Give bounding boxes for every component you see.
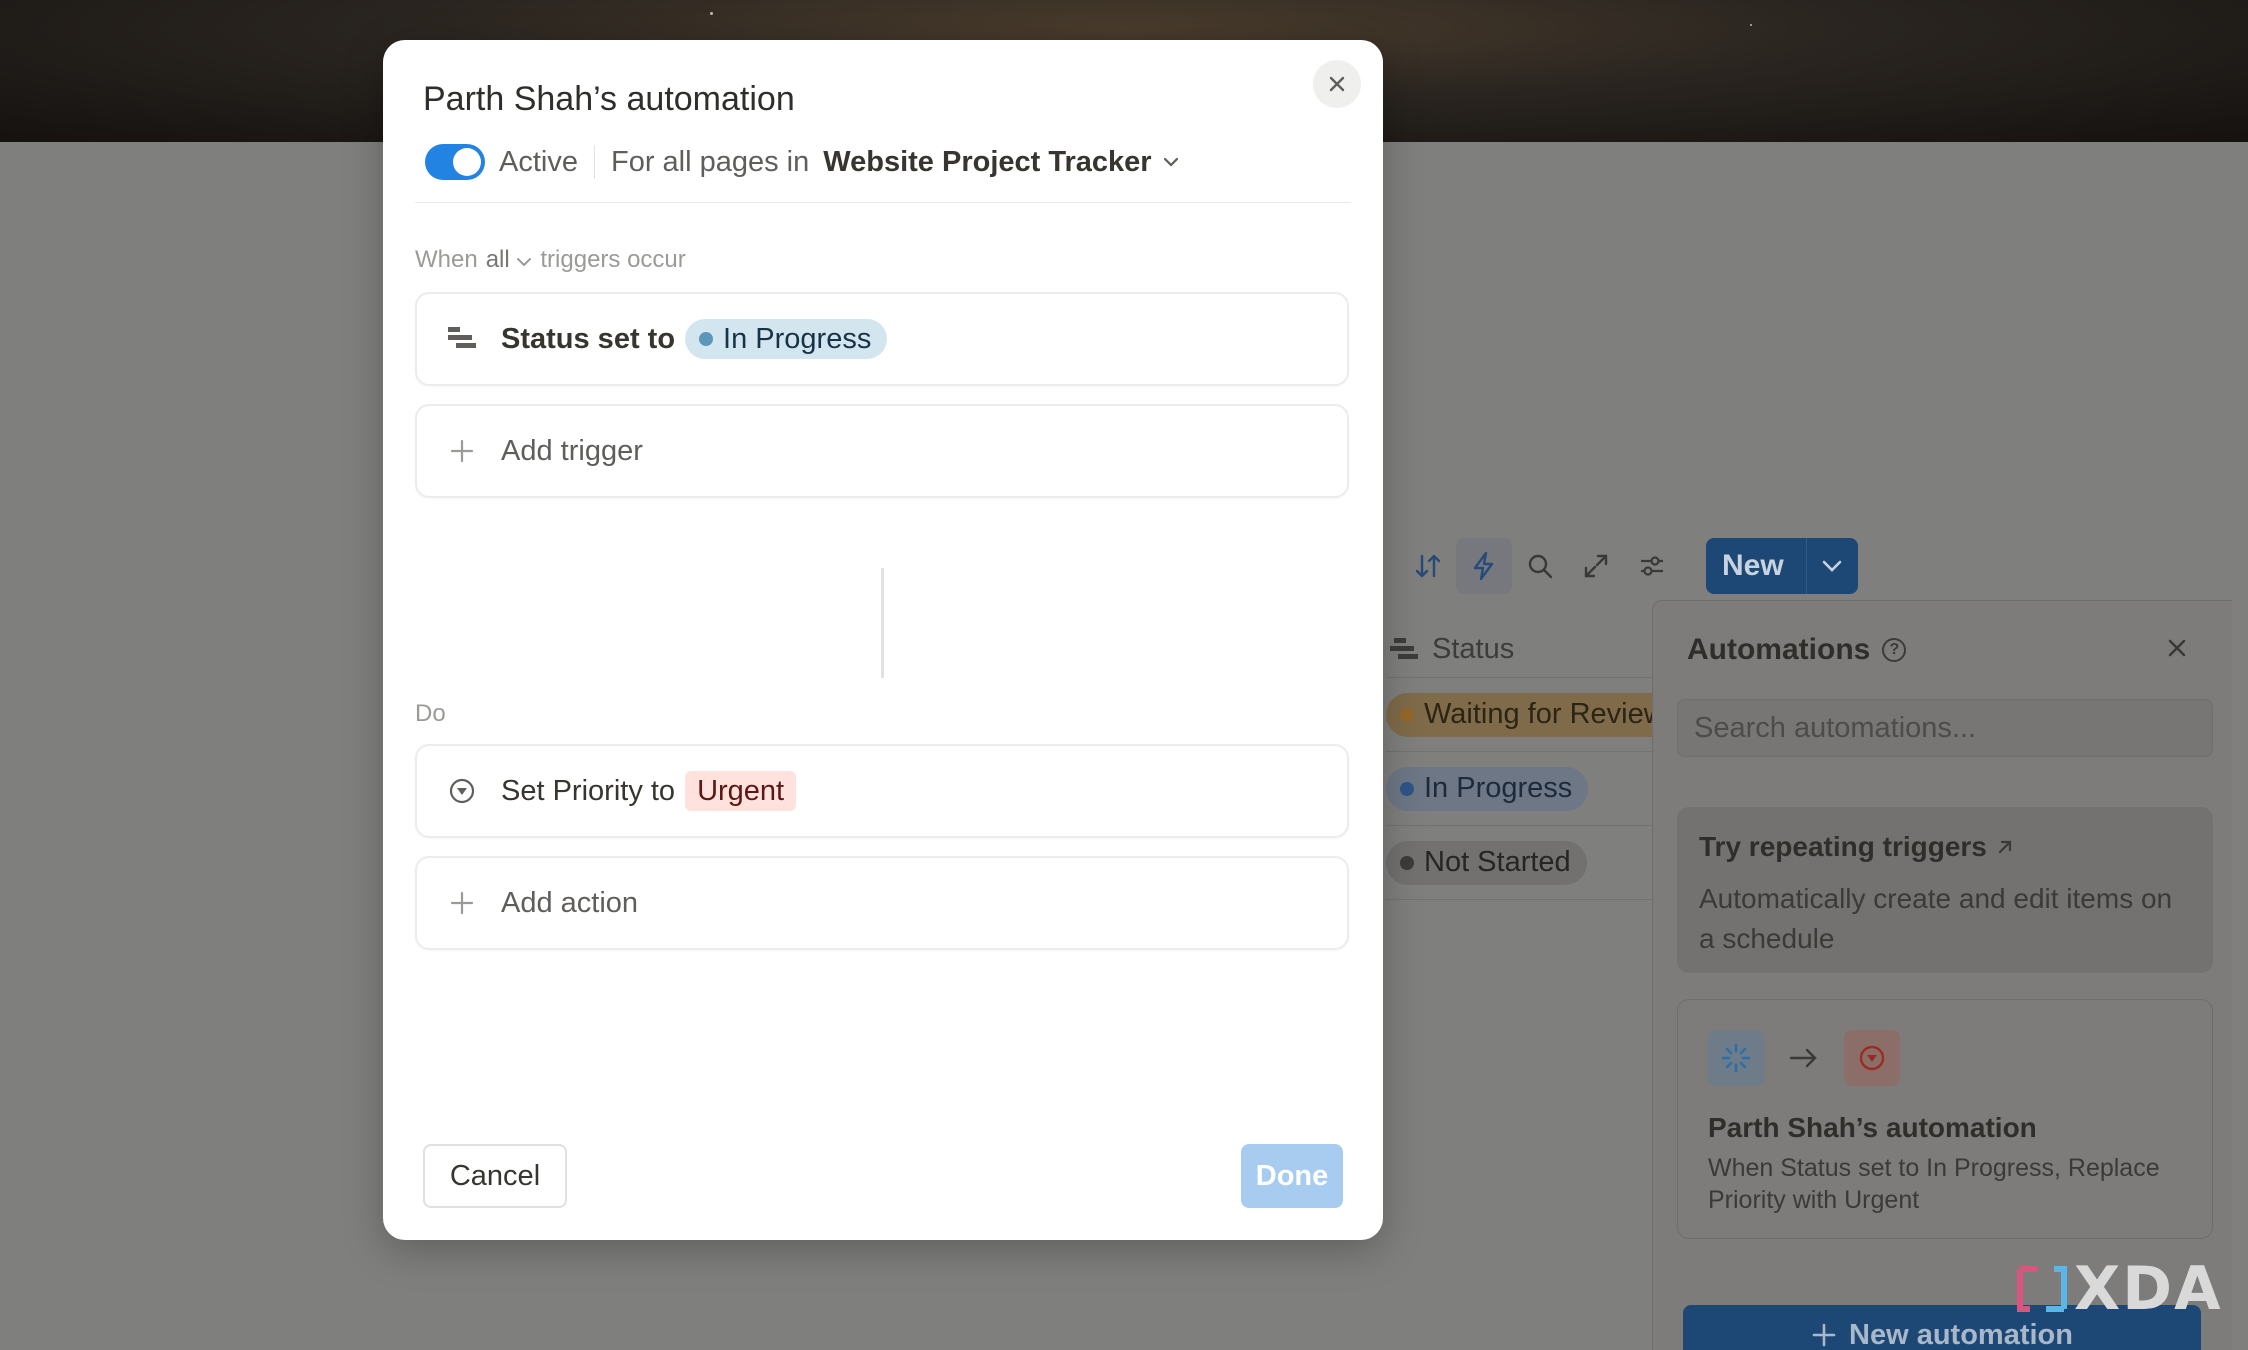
sort-icon[interactable] bbox=[1400, 538, 1456, 594]
priority-badge: Urgent bbox=[685, 771, 797, 811]
done-button[interactable]: Done bbox=[1241, 1144, 1343, 1208]
database-name: Website Project Tracker bbox=[823, 145, 1152, 178]
action-card[interactable]: Set Priority to Urgent bbox=[415, 744, 1349, 838]
plus-icon bbox=[1812, 1323, 1836, 1347]
status-badge-label: Not Started bbox=[1424, 846, 1571, 878]
scope-prefix: For all pages in bbox=[610, 145, 810, 178]
new-button-label: New bbox=[1722, 549, 1784, 582]
help-icon[interactable]: ? bbox=[1882, 638, 1907, 662]
new-button[interactable]: New bbox=[1706, 538, 1858, 594]
status-badge-label: In Progress bbox=[1424, 772, 1573, 804]
trigger-label: Status set to bbox=[501, 322, 676, 355]
close-icon bbox=[1329, 76, 1345, 92]
repeating-triggers-promo[interactable]: Try repeating triggers Automatically cre… bbox=[1677, 807, 2213, 973]
automation-list-item[interactable]: Parth Shah’s automation When Status set … bbox=[1677, 999, 2213, 1239]
watermark-text: XDA bbox=[2074, 1254, 2223, 1324]
close-button[interactable] bbox=[1313, 60, 1361, 108]
lightning-icon[interactable] bbox=[1456, 538, 1512, 594]
close-icon[interactable] bbox=[2166, 637, 2188, 664]
settings-sliders-icon[interactable] bbox=[1624, 538, 1680, 594]
when-prefix: When bbox=[415, 246, 478, 273]
trigger-value: In Progress bbox=[723, 322, 872, 355]
database-toolbar: New bbox=[1400, 538, 1858, 594]
status-badge: Not Started bbox=[1386, 840, 1587, 885]
automation-icons bbox=[1708, 1030, 2182, 1086]
when-mode-dropdown[interactable]: all bbox=[486, 246, 533, 274]
add-trigger-button[interactable]: Add trigger bbox=[415, 404, 1349, 498]
automations-panel-header: Automations ? bbox=[1687, 633, 1907, 667]
divider bbox=[415, 202, 1351, 203]
when-mode-value: all bbox=[485, 246, 510, 273]
active-row: Active For all pages in Website Project … bbox=[425, 144, 1180, 180]
when-suffix: triggers occur bbox=[540, 246, 686, 273]
select-property-icon bbox=[445, 776, 479, 806]
status-header-label: Status bbox=[1432, 633, 1515, 665]
status-badge: In Progress bbox=[1386, 766, 1589, 811]
chevron-down-icon[interactable] bbox=[1805, 538, 1858, 594]
status-badge-label: Waiting for Review bbox=[1424, 698, 1665, 730]
table-row[interactable]: In Progress bbox=[1386, 752, 1656, 826]
status-property-icon bbox=[1390, 637, 1418, 659]
trigger-condition-label: When all triggers occur bbox=[415, 246, 686, 274]
status-column: Status Waiting for Review In Progress No… bbox=[1386, 622, 1681, 900]
plus-icon bbox=[445, 890, 479, 916]
xda-logo-icon bbox=[2014, 1261, 2070, 1317]
automation-modal: Parth Shah’s automation Active For all p… bbox=[383, 40, 1383, 1240]
status-badge: In Progress bbox=[685, 319, 888, 359]
status-column-header[interactable]: Status bbox=[1386, 622, 1656, 678]
flow-connector bbox=[881, 568, 884, 678]
divider bbox=[593, 145, 595, 179]
do-label: Do bbox=[415, 700, 446, 727]
table-row[interactable]: Waiting for Review bbox=[1386, 678, 1681, 752]
automations-panel-title: Automations bbox=[1687, 633, 1871, 666]
promo-title-row: Try repeating triggers bbox=[1699, 831, 2191, 863]
xda-watermark: XDA bbox=[2014, 1254, 2223, 1324]
search-icon[interactable] bbox=[1512, 538, 1568, 594]
add-action-label: Add action bbox=[501, 886, 639, 919]
expand-icon[interactable] bbox=[1568, 538, 1624, 594]
select-property-icon bbox=[1844, 1030, 1900, 1086]
automation-item-title: Parth Shah’s automation bbox=[1708, 1112, 2037, 1143]
database-selector[interactable]: Website Project Tracker bbox=[823, 146, 1179, 179]
search-automations-input[interactable]: Search automations... bbox=[1677, 699, 2213, 757]
automation-item-description: When Status set to In Progress, Replace … bbox=[1708, 1154, 2160, 1214]
trigger-card[interactable]: Status set to In Progress bbox=[415, 292, 1349, 386]
add-action-button[interactable]: Add action bbox=[415, 856, 1349, 950]
active-toggle[interactable] bbox=[425, 144, 485, 180]
active-label: Active bbox=[499, 145, 578, 178]
plus-icon bbox=[445, 438, 479, 464]
status-badge: Waiting for Review bbox=[1386, 692, 1681, 737]
status-loading-icon bbox=[1708, 1030, 1764, 1086]
arrow-right-icon bbox=[1789, 1048, 1817, 1068]
chevron-down-icon bbox=[1163, 157, 1178, 167]
automations-panel: Automations ? Search automations... Try … bbox=[1652, 600, 2232, 1350]
cancel-button[interactable]: Cancel bbox=[423, 1144, 567, 1208]
promo-description: Automatically create and edit items on a… bbox=[1699, 883, 2173, 954]
status-property-icon bbox=[445, 325, 479, 353]
chevron-down-icon bbox=[517, 258, 532, 267]
add-trigger-label: Add trigger bbox=[501, 434, 643, 467]
page-title: Parth Shah’s automation bbox=[423, 80, 795, 118]
arrow-up-right-icon bbox=[1998, 840, 2011, 854]
table-row[interactable]: Not Started bbox=[1386, 826, 1656, 900]
action-label: Set Priority to bbox=[501, 774, 676, 807]
promo-title: Try repeating triggers bbox=[1699, 831, 1987, 862]
